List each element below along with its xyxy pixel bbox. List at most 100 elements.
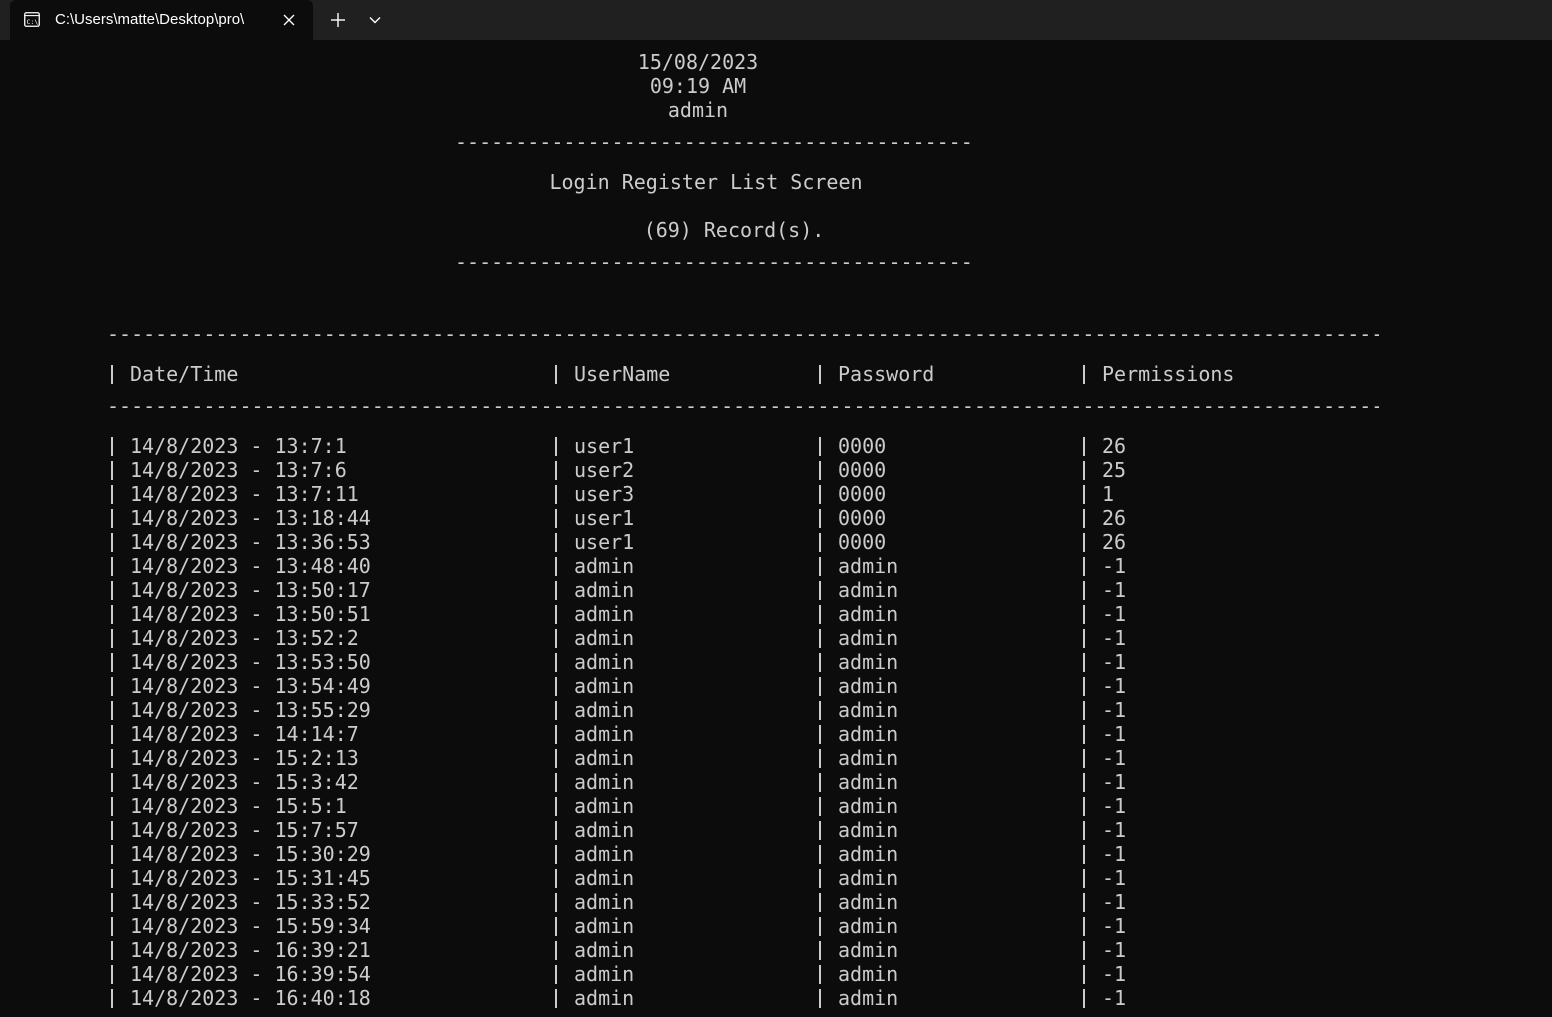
column-divider [107,458,117,482]
header-time: 09:19 AM [649,74,747,98]
column-divider [1079,842,1089,866]
table-row: 14/8/2023 - 15:30:29 admin admin -1 [0,842,1400,866]
cell-datetime: 14/8/2023 - 13:50:17 [130,578,371,602]
new-tab-button[interactable] [324,6,352,34]
table-row: 14/8/2023 - 15:2:13 admin admin -1 [0,746,1400,770]
cell-username: user1 [574,530,635,554]
column-divider [815,818,825,842]
cell-datetime: 14/8/2023 - 13:55:29 [130,698,371,722]
column-divider [107,578,117,602]
cell-password: 0000 [838,434,887,458]
column-divider [551,962,561,986]
table-row: 14/8/2023 - 15:59:34 admin admin -1 [0,914,1400,938]
cell-username: admin [574,578,635,602]
cell-permissions: -1 [1102,818,1127,842]
cell-datetime: 14/8/2023 - 16:39:54 [130,962,371,986]
column-divider [1079,554,1089,578]
cell-permissions: 26 [1102,506,1127,530]
cell-permissions: -1 [1102,722,1127,746]
terminal-output: 15/08/2023 09:19 AM admin --------------… [0,40,1552,1017]
column-header-password: Password [838,362,935,386]
table-row: 14/8/2023 - 13:52:2 admin admin -1 [0,626,1400,650]
column-divider [1079,482,1089,506]
cell-username: admin [574,770,635,794]
column-divider [1079,986,1089,1010]
column-divider [551,602,561,626]
column-divider [1079,770,1089,794]
cell-username: admin [574,722,635,746]
cell-permissions: -1 [1102,914,1127,938]
column-divider [1079,938,1089,962]
column-divider [551,578,561,602]
cell-username: user1 [574,434,635,458]
column-divider [107,506,117,530]
cell-permissions: -1 [1102,770,1127,794]
cell-password: admin [838,986,899,1010]
cell-permissions: -1 [1102,626,1127,650]
cell-username: user3 [574,482,635,506]
cell-password: admin [838,770,899,794]
column-divider [107,938,117,962]
column-divider [107,866,117,890]
column-divider [815,674,825,698]
cell-permissions: -1 [1102,938,1127,962]
cell-password: 0000 [838,506,887,530]
cell-permissions: -1 [1102,674,1127,698]
column-divider [1079,458,1089,482]
column-divider [107,722,117,746]
cell-username: admin [574,842,635,866]
cell-username: admin [574,674,635,698]
column-divider [551,626,561,650]
cell-permissions: 26 [1102,530,1127,554]
table-header-row: Date/Time UserName Password Permissions [0,362,1400,386]
column-divider [551,482,561,506]
column-divider [815,722,825,746]
column-divider [1079,914,1089,938]
column-divider [815,434,825,458]
cell-username: admin [574,866,635,890]
tab-dropdown-button[interactable] [362,6,388,34]
column-divider [1079,530,1089,554]
header-user: admin [667,98,729,122]
column-divider [551,530,561,554]
chevron-down-icon [369,17,381,24]
column-divider [1079,962,1089,986]
column-divider [1079,578,1089,602]
cell-datetime: 14/8/2023 - 15:3:42 [130,770,359,794]
column-divider [107,626,117,650]
column-divider [1079,434,1089,458]
column-divider [107,482,117,506]
header-separator-top: ----------------------------------------… [455,130,973,154]
table-row: 14/8/2023 - 13:53:50 admin admin -1 [0,650,1400,674]
column-divider [815,794,825,818]
cell-password: 0000 [838,530,887,554]
column-divider [815,458,825,482]
column-divider [815,578,825,602]
cell-username: admin [574,962,635,986]
cell-password: admin [838,914,899,938]
column-divider [551,794,561,818]
table-row: 14/8/2023 - 15:33:52 admin admin -1 [0,890,1400,914]
table-separator-top: ----------------------------------------… [107,322,1379,346]
cell-password: admin [838,722,899,746]
column-divider [1079,602,1089,626]
column-divider [107,602,117,626]
column-divider [1079,890,1089,914]
column-divider [815,962,825,986]
column-divider [107,818,117,842]
terminal-tab[interactable]: C:\ C:\Users\matte\Desktop\pro\ [10,0,313,40]
column-divider [1079,698,1089,722]
column-divider [107,746,117,770]
cell-permissions: -1 [1102,746,1127,770]
cell-datetime: 14/8/2023 - 13:7:6 [130,458,347,482]
tab-title: C:\Users\matte\Desktop\pro\ [55,11,245,28]
column-divider [815,650,825,674]
column-divider [107,434,117,458]
table-row: 14/8/2023 - 16:39:21 admin admin -1 [0,938,1400,962]
column-divider [551,986,561,1010]
cell-permissions: -1 [1102,962,1127,986]
cell-datetime: 14/8/2023 - 15:33:52 [130,890,371,914]
column-divider [551,458,561,482]
close-tab-button[interactable] [277,8,301,32]
cell-permissions: -1 [1102,554,1127,578]
